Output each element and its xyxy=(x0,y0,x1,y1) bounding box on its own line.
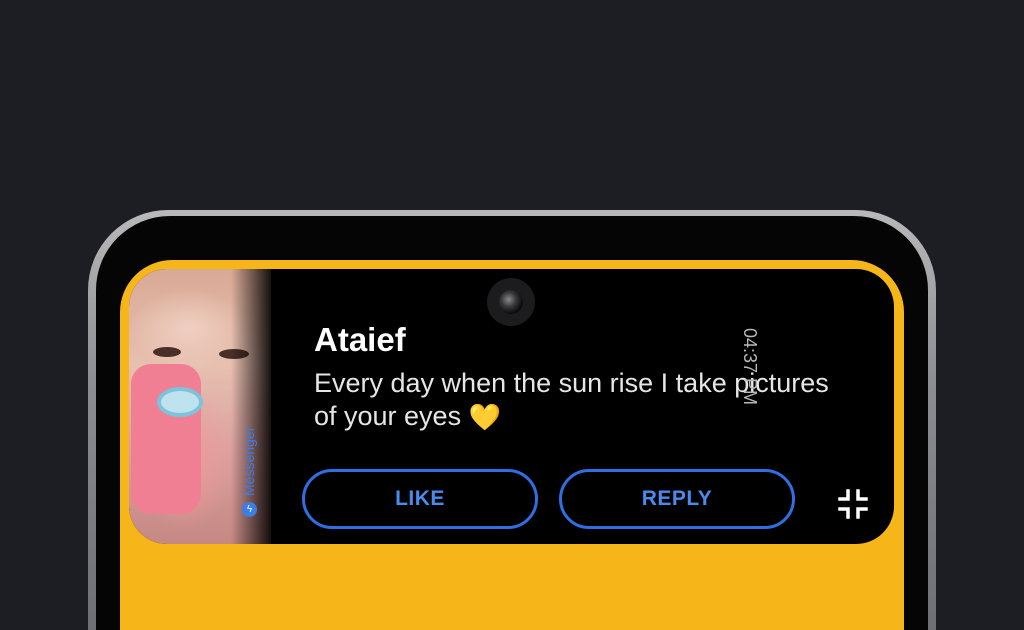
sender-name: Ataief xyxy=(314,321,406,358)
messenger-icon: ϟ xyxy=(241,502,257,517)
message-text: Every day when the sun rise I take pictu… xyxy=(314,367,854,434)
sender-photo: ϟ Messenger xyxy=(129,269,271,544)
notification-time: 04:37 PM xyxy=(740,328,760,406)
reply-button[interactable]: REPLY xyxy=(559,469,795,529)
collapse-icon[interactable] xyxy=(838,489,868,519)
app-name: Messenger xyxy=(241,426,257,496)
like-button[interactable]: LIKE xyxy=(302,469,538,529)
photo-eye-left xyxy=(153,347,181,357)
app-label: ϟ Messenger xyxy=(241,427,257,517)
photo-phone-case xyxy=(131,364,201,514)
edge-notification-card[interactable]: ϟ Messenger Ataief Every day when the su… xyxy=(129,269,894,544)
photo-phone-lens xyxy=(157,387,203,417)
front-camera-icon xyxy=(487,278,535,326)
yellow-heart-icon: 💛 xyxy=(468,402,501,433)
